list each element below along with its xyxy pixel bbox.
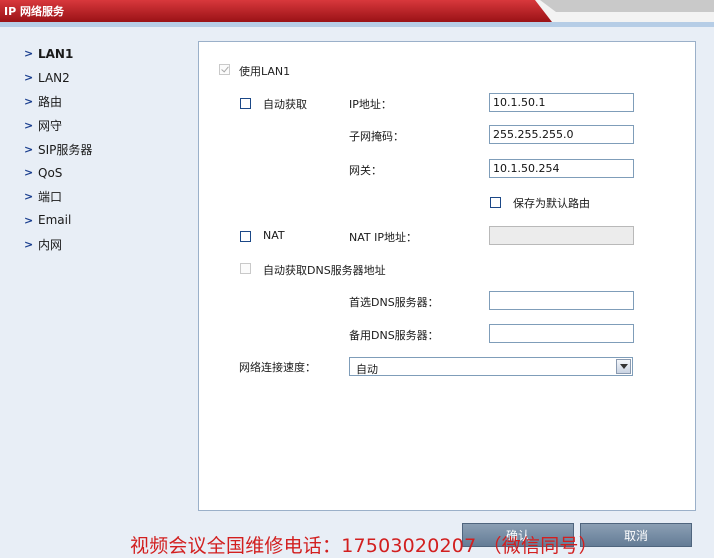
use-lan1-label: 使用LAN1 xyxy=(239,65,291,78)
sidebar-item-route[interactable]: > 路由 xyxy=(24,90,174,114)
secondary-dns-input[interactable] xyxy=(489,324,634,343)
chevron-right-icon: > xyxy=(24,47,34,61)
auto-dns-checkbox[interactable] xyxy=(240,263,251,274)
primary-dns-label: 首选DNS服务器： xyxy=(349,296,439,309)
chevron-right-icon: > xyxy=(24,166,34,180)
sidebar-item-label: 内网 xyxy=(38,237,63,252)
chevron-right-icon: > xyxy=(24,118,34,132)
chevron-right-icon: > xyxy=(24,94,34,108)
header-strip xyxy=(0,22,714,27)
secondary-dns-label: 备用DNS服务器： xyxy=(349,329,439,342)
sidebar-item-label: QoS xyxy=(38,165,63,180)
sidebar-item-label: 端口 xyxy=(38,190,63,205)
chevron-right-icon: > xyxy=(24,190,34,204)
chevron-right-icon: > xyxy=(24,237,34,251)
nat-checkbox[interactable] xyxy=(240,231,251,242)
sidebar-item-label: SIP服务器 xyxy=(38,142,93,157)
gateway-input[interactable] xyxy=(489,159,634,178)
nat-ip-input[interactable] xyxy=(489,226,634,245)
sidebar-item-lan1[interactable]: > LAN1 xyxy=(24,42,174,66)
sidebar-item-lan2[interactable]: > LAN2 xyxy=(24,66,174,90)
ip-address-input[interactable] xyxy=(489,93,634,112)
chevron-right-icon: > xyxy=(24,142,34,156)
window-title: IP 网络服务 xyxy=(4,5,64,18)
subnet-mask-label: 子网掩码： xyxy=(349,130,404,143)
subnet-mask-input[interactable] xyxy=(489,125,634,144)
nat-label: NAT xyxy=(263,229,285,242)
save-default-route-label: 保存为默认路由 xyxy=(513,197,590,210)
sidebar-item-email[interactable]: > Email xyxy=(24,209,174,233)
sidebar-item-port[interactable]: > 端口 xyxy=(24,185,174,209)
sidebar-item-intranet[interactable]: > 内网 xyxy=(24,232,174,256)
save-default-route-checkbox[interactable] xyxy=(490,197,501,208)
sidebar-nav: > LAN1 > LAN2 > 路由 > 网守 > SIP服务器 > QoS >… xyxy=(24,42,174,256)
sidebar-item-gatekeeper[interactable]: > 网守 xyxy=(24,113,174,137)
link-speed-select[interactable]: 自动 xyxy=(349,357,633,376)
window-title-bar: IP 网络服务 xyxy=(0,0,714,22)
settings-panel: 使用LAN1 自动获取 IP地址： 子网掩码： 网关： 保存为默认路由 NAT … xyxy=(198,41,696,511)
auto-obtain-checkbox[interactable] xyxy=(240,98,251,109)
link-speed-label: 网络连接速度： xyxy=(239,361,316,374)
gateway-label: 网关： xyxy=(349,164,382,177)
ip-address-label: IP地址： xyxy=(349,98,392,111)
sidebar-item-label: Email xyxy=(38,213,72,228)
auto-dns-label: 自动获取DNS服务器地址 xyxy=(263,264,386,277)
sidebar-item-qos[interactable]: > QoS xyxy=(24,161,174,185)
chevron-down-icon[interactable] xyxy=(616,359,631,374)
watermark-text: 视频会议全国维修电话：17503020207 （微信同号） xyxy=(130,535,598,557)
sidebar-item-sip-server[interactable]: > SIP服务器 xyxy=(24,137,174,161)
primary-dns-input[interactable] xyxy=(489,291,634,310)
title-bar-background xyxy=(0,0,714,22)
chevron-right-icon: > xyxy=(24,213,34,227)
use-lan1-checkbox[interactable] xyxy=(219,64,230,75)
sidebar-item-label: LAN2 xyxy=(38,70,70,85)
nat-ip-label: NAT IP地址： xyxy=(349,231,417,244)
auto-obtain-label: 自动获取 xyxy=(263,98,307,111)
sidebar-item-label: 路由 xyxy=(38,94,63,109)
sidebar-item-label: LAN1 xyxy=(38,46,74,61)
sidebar-item-label: 网守 xyxy=(38,118,63,133)
link-speed-value: 自动 xyxy=(356,363,378,376)
chevron-right-icon: > xyxy=(24,71,34,85)
